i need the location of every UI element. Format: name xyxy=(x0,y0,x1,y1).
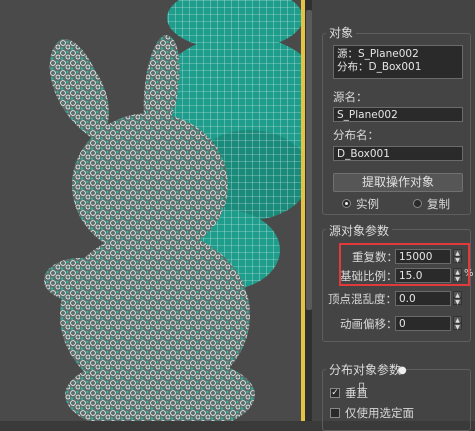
spinner-down-icon[interactable]: ▼ xyxy=(453,298,462,306)
object-group-title: 对象 xyxy=(326,24,357,41)
spinner-up-icon[interactable]: ▲ xyxy=(453,316,462,324)
source-params-title: 源对象参数 xyxy=(326,222,393,239)
anim-offset-field[interactable]: 0 xyxy=(395,316,451,331)
operand-list[interactable]: 源：S_Plane002 分布：D_Box001 xyxy=(333,45,463,79)
spinner-up-icon[interactable]: ▲ xyxy=(453,291,462,299)
instance-radio[interactable] xyxy=(342,199,351,208)
cursor-icon: ● xyxy=(398,365,407,376)
source-name-field[interactable]: S_Plane002 xyxy=(333,107,463,122)
source-name-label: 源名： xyxy=(333,90,368,104)
spinner-down-icon[interactable]: ▼ xyxy=(453,323,462,331)
copy-radio-label: 复制 xyxy=(427,197,450,211)
highlight-box xyxy=(339,243,470,286)
operand-list-item-distribution[interactable]: 分布：D_Box001 xyxy=(337,61,462,74)
distribution-params-title: 分布对象参数 xyxy=(326,361,405,378)
distribution-name-label: 分布名： xyxy=(333,128,379,142)
copy-radio[interactable] xyxy=(413,199,422,208)
operand-list-item-source[interactable]: 源：S_Plane002 xyxy=(337,48,462,61)
vertex-chaos-spinner[interactable]: ▲ ▼ xyxy=(453,291,462,306)
mouse-cursor-icon: ▯ xyxy=(358,380,366,395)
vertex-chaos-field[interactable]: 0.0 xyxy=(395,291,451,306)
selected-faces-checkbox[interactable] xyxy=(330,408,340,418)
anim-offset-spinner[interactable]: ▲ ▼ xyxy=(453,316,462,331)
viewport-canvas xyxy=(44,0,315,421)
instance-radio-label: 实例 xyxy=(356,197,379,211)
extract-operand-button[interactable]: 提取操作对象 xyxy=(333,173,463,192)
distribution-name-field[interactable]: D_Box001 xyxy=(333,146,463,161)
selected-faces-label: 仅使用选定面 xyxy=(345,406,414,420)
anim-offset-label: 动画偏移： xyxy=(340,317,398,331)
vertex-chaos-label: 顶点混乱度： xyxy=(328,292,397,306)
viewport[interactable] xyxy=(0,0,315,421)
perpendicular-checkbox[interactable]: ✓ xyxy=(330,388,340,398)
